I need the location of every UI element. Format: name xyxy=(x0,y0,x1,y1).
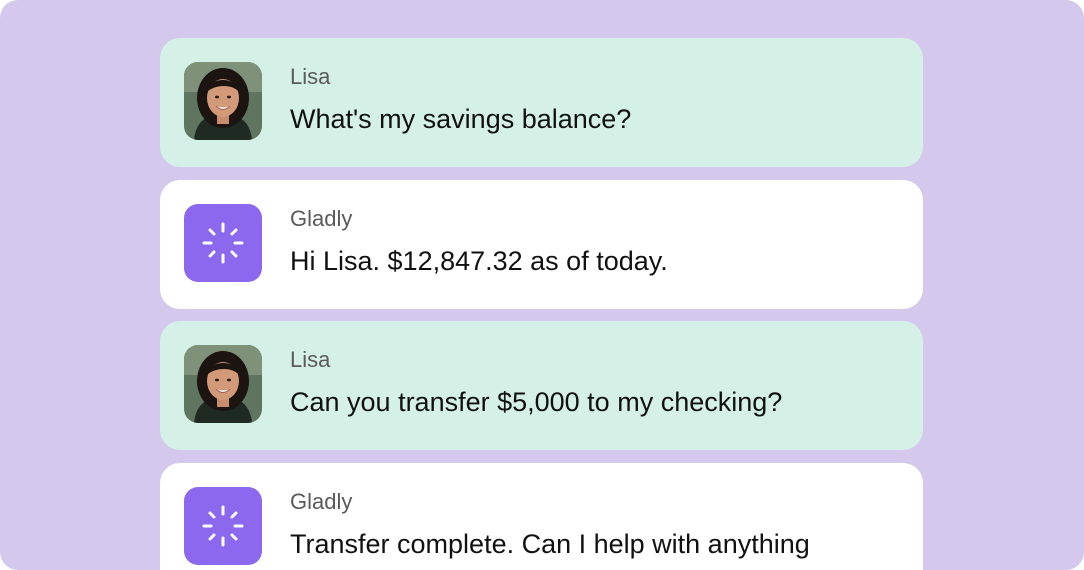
sender-name: Gladly xyxy=(290,489,353,514)
message-text: Can you transfer $5,000 to my checking? xyxy=(290,387,783,417)
agent-avatar xyxy=(184,204,262,282)
sender-name: Gladly xyxy=(290,206,353,231)
message-text: Transfer complete. Can I help with anyth… xyxy=(290,529,810,559)
sender-name: Lisa xyxy=(290,347,331,372)
message-text: What's my savings balance? xyxy=(290,104,632,134)
message-card-agent: Gladly Transfer complete. Can I help wit… xyxy=(160,463,923,570)
customer-photo-icon xyxy=(184,345,262,423)
message-card-agent: Gladly Hi Lisa. $12,847.32 as of today. xyxy=(160,180,923,309)
agent-avatar xyxy=(184,487,262,565)
sparkle-icon xyxy=(202,222,244,264)
customer-avatar xyxy=(184,62,262,140)
message-card-customer: Lisa Can you transfer $5,000 to my check… xyxy=(160,321,923,450)
customer-avatar xyxy=(184,345,262,423)
sender-name: Lisa xyxy=(290,64,331,89)
customer-photo-icon xyxy=(184,62,262,140)
chat-canvas: Lisa What's my savings balance? Gladly H… xyxy=(0,0,1084,570)
message-text: Hi Lisa. $12,847.32 as of today. xyxy=(290,246,668,276)
sparkle-icon xyxy=(202,505,244,547)
message-card-customer: Lisa What's my savings balance? xyxy=(160,38,923,167)
